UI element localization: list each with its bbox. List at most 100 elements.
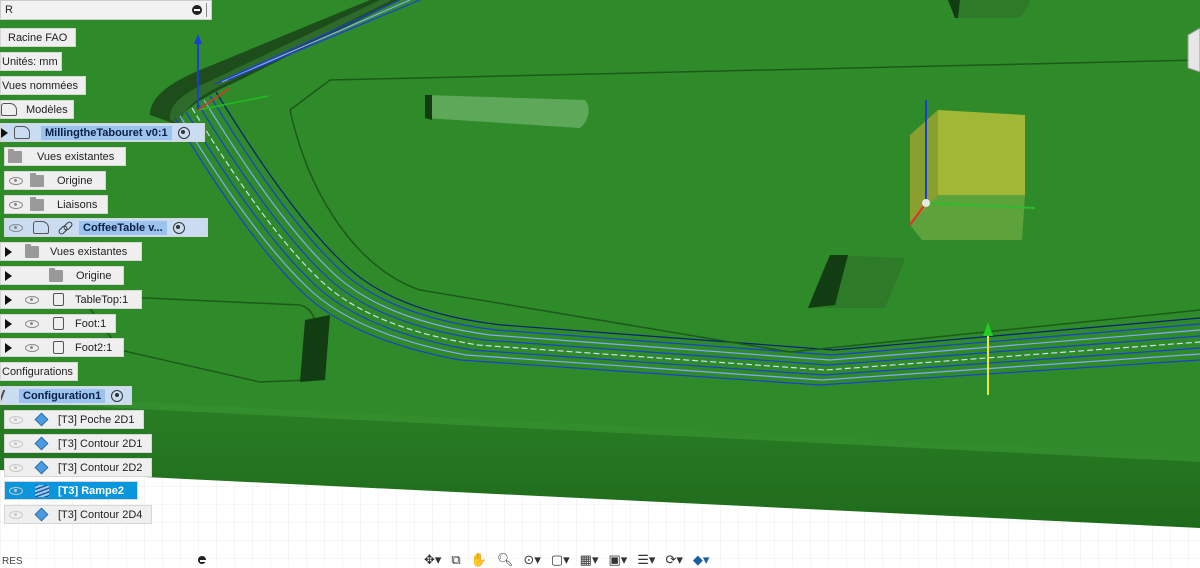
node-root[interactable]: Racine FAO [0,28,76,47]
visibility-eye-icon[interactable] [9,486,23,495]
contour-operation-icon [34,460,49,475]
pan-icon[interactable]: ⧉ [451,552,460,568]
node-coffee-table[interactable]: CoffeeTable v... [4,218,208,237]
node-existing-views[interactable]: Vues existantes [4,147,126,166]
cube-icon[interactable]: ◆▾ [693,552,710,568]
collapse-icon[interactable] [192,5,202,15]
comments-label: RES [2,556,23,567]
node-label: MillingtheTabouret v0:1 [41,125,172,140]
operation-label: [T3] Contour 2D2 [58,461,143,474]
node-label: Vues existantes [37,150,115,163]
pocket-operation-icon [34,412,49,427]
node-origin-2[interactable]: Origine [0,266,124,285]
visibility-eye-icon[interactable] [25,319,39,328]
operation-item[interactable]: [T3] Contour 2D4 [4,505,152,524]
node-named-views[interactable]: Vues nommées [0,76,86,95]
browser-header: R [0,0,212,20]
view-cube[interactable] [1187,27,1200,73]
expand-icon[interactable] [5,294,12,305]
body-icon [53,317,64,330]
folder-icon [8,148,22,163]
operation-label: [T3] Contour 2D1 [58,437,143,450]
activate-radio-icon[interactable] [172,221,185,234]
visibility-eye-icon[interactable] [9,200,23,209]
expand-icon[interactable] [5,318,12,329]
setup-icon [1,389,14,402]
add-icon[interactable] [198,556,206,564]
node-label: CoffeeTable v... [79,220,167,235]
activate-radio-icon[interactable] [111,389,124,402]
layers-icon[interactable]: ☰▾ [637,552,655,568]
node-label: TableTop:1 [75,293,129,306]
visibility-eye-icon[interactable] [9,439,23,448]
fit-icon[interactable]: ⊙▾ [523,552,540,568]
viewports-icon[interactable]: ▣▾ [608,552,627,568]
node-label: Foot2:1 [75,341,113,354]
node-units[interactable]: Unités: mm [0,52,62,71]
folder-icon [49,267,63,282]
node-foot1[interactable]: Foot:1 [0,314,116,333]
node-label: Unités: mm [2,55,58,68]
node-tabletop[interactable]: TableTop:1 [0,290,142,309]
operation-label: [T3] Poche 2D1 [58,413,135,426]
component-icon [14,126,30,139]
node-label: Configuration1 [19,388,106,403]
node-config1[interactable]: Configuration1 [0,386,132,405]
ramp-operation-icon [35,484,49,497]
operation-item[interactable]: [T3] Poche 2D1 [4,410,144,429]
folder-icon [25,243,39,258]
browser-panel: R Racine FAO Unités: mm Vues nommées Mod… [0,0,260,568]
node-label: Origine [57,174,93,187]
node-label: Vues nommées [2,79,79,92]
node-origin[interactable]: Origine [4,171,106,190]
operation-item[interactable]: [T3] Contour 2D1 [4,434,152,453]
node-label: Modèles [26,103,68,116]
visibility-eye-icon[interactable] [9,176,23,185]
node-label: Configurations [2,365,73,378]
node-joints[interactable]: Liaisons [4,195,108,214]
visibility-eye-icon[interactable] [25,295,39,304]
node-label: Racine FAO [8,31,68,44]
display-icon[interactable]: ▢▾ [551,552,570,568]
panel-edge [206,3,207,17]
contour-operation-icon [34,436,49,451]
comments-panel-header: RES [0,556,212,568]
expand-icon[interactable] [1,127,8,138]
expand-icon[interactable] [5,246,12,257]
visibility-eye-icon[interactable] [9,463,23,472]
node-existing-views-2[interactable]: Vues existantes [0,242,142,261]
expand-icon[interactable] [5,342,12,353]
visibility-eye-icon[interactable] [9,510,23,519]
node-foot2[interactable]: Foot2:1 [0,338,124,357]
grid-icon[interactable]: ▦▾ [580,552,599,568]
folder-icon [30,172,44,187]
activate-radio-icon[interactable] [177,126,190,139]
hand-icon[interactable]: ✋ [471,552,487,568]
link-icon [58,222,72,234]
zoom-icon[interactable]: 🔍︎ [497,552,514,568]
expand-icon[interactable] [5,270,12,281]
node-models[interactable]: Modèles [0,100,74,119]
orbit-icon[interactable]: ✥▾ [424,552,441,568]
node-design[interactable]: MillingtheTabouret v0:1 [0,123,205,142]
sync-icon[interactable]: ⟳▾ [665,552,682,568]
node-label: Foot:1 [75,317,107,330]
visibility-eye-icon[interactable] [9,415,23,424]
operation-item[interactable]: [T3] Contour 2D2 [4,458,152,477]
node-label: Vues existantes [50,245,128,258]
component-icon [33,221,49,234]
navigation-toolbar: ✥▾ ⧉ ✋ 🔍︎ ⊙▾ ▢▾ ▦▾ ▣▾ ☰▾ ⟳▾ ◆▾ [424,552,710,568]
visibility-eye-icon[interactable] [25,343,39,352]
browser-title: R [5,4,13,16]
operation-item-selected[interactable]: [T3] Rampe2 [4,481,138,500]
component-icon [1,103,17,116]
operation-label: [T3] Rampe2 [58,484,125,497]
folder-icon [30,196,44,211]
contour-operation-icon [34,507,49,522]
node-label: Origine [76,269,112,282]
body-icon [53,293,64,306]
body-icon [53,341,64,354]
node-configurations[interactable]: Configurations [0,362,78,381]
visibility-eye-icon[interactable] [9,223,23,232]
operation-label: [T3] Contour 2D4 [58,508,143,521]
